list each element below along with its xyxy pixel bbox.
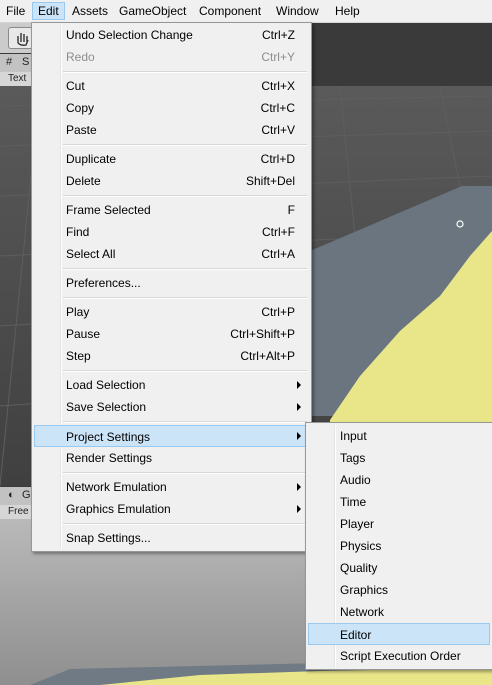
submenu-item-player[interactable]: Player (308, 513, 490, 535)
menu-item-find[interactable]: Find Ctrl+F (34, 221, 309, 243)
project-settings-submenu: Input Tags Audio Time Player Physics Qua… (305, 422, 492, 670)
menu-item-undo[interactable]: Undo Selection Change Ctrl+Z (34, 24, 309, 46)
menu-item-play[interactable]: Play Ctrl+P (34, 301, 309, 323)
submenu-item-tags[interactable]: Tags (308, 447, 490, 469)
menu-assets[interactable]: Assets (67, 3, 113, 19)
menu-help[interactable]: Help (330, 3, 365, 19)
menu-separator (63, 523, 307, 525)
menu-item-step[interactable]: Step Ctrl+Alt+P (34, 345, 309, 367)
game-tab-label: G (22, 489, 31, 501)
menu-edit[interactable]: Edit (32, 2, 65, 20)
menu-separator (63, 144, 307, 146)
menu-item-project-settings[interactable]: Project Settings (34, 425, 309, 447)
menu-item-redo[interactable]: Redo Ctrl+Y (34, 46, 309, 68)
menu-item-select-all[interactable]: Select All Ctrl+A (34, 243, 309, 265)
menu-separator (63, 472, 307, 474)
menu-separator (63, 195, 307, 197)
edit-menu: Undo Selection Change Ctrl+Z Redo Ctrl+Y… (31, 22, 312, 552)
menu-item-save-selection[interactable]: Save Selection (34, 396, 309, 418)
submenu-item-editor[interactable]: Editor (308, 623, 490, 645)
menu-file[interactable]: File (1, 3, 30, 19)
submenu-arrow-icon (297, 505, 301, 513)
scene-tab-label: S (22, 56, 30, 68)
menu-item-cut[interactable]: Cut Ctrl+X (34, 75, 309, 97)
game-icon: ◐ (8, 489, 15, 501)
submenu-item-script-execution-order[interactable]: Script Execution Order (308, 645, 490, 667)
menu-window[interactable]: Window (271, 3, 324, 19)
menu-gameobject[interactable]: GameObject (114, 3, 191, 19)
menu-item-preferences[interactable]: Preferences... (34, 272, 309, 294)
grid-icon: # (6, 56, 13, 68)
game-aspect-label: Free (8, 506, 29, 517)
menu-separator (63, 71, 307, 73)
submenu-arrow-icon (297, 432, 301, 440)
menu-separator (63, 370, 307, 372)
submenu-item-audio[interactable]: Audio (308, 469, 490, 491)
menu-bar: File Edit Assets GameObject Component Wi… (0, 0, 492, 23)
submenu-arrow-icon (297, 381, 301, 389)
menu-item-network-emulation[interactable]: Network Emulation (34, 476, 309, 498)
menu-item-snap-settings[interactable]: Snap Settings... (34, 527, 309, 549)
submenu-item-input[interactable]: Input (308, 425, 490, 447)
menu-separator (63, 297, 307, 299)
submenu-item-graphics[interactable]: Graphics (308, 579, 490, 601)
menu-separator (63, 421, 307, 423)
menu-item-duplicate[interactable]: Duplicate Ctrl+D (34, 148, 309, 170)
menu-item-graphics-emulation[interactable]: Graphics Emulation (34, 498, 309, 520)
submenu-item-time[interactable]: Time (308, 491, 490, 513)
menu-item-delete[interactable]: Delete Shift+Del (34, 170, 309, 192)
menu-item-load-selection[interactable]: Load Selection (34, 374, 309, 396)
menu-separator (63, 268, 307, 270)
menu-item-render-settings[interactable]: Render Settings (34, 447, 309, 469)
menu-component[interactable]: Component (194, 3, 266, 19)
menu-item-paste[interactable]: Paste Ctrl+V (34, 119, 309, 141)
submenu-arrow-icon (297, 403, 301, 411)
menu-item-copy[interactable]: Copy Ctrl+C (34, 97, 309, 119)
menu-item-frame-selected[interactable]: Frame Selected F (34, 199, 309, 221)
scene-shading-label: Text (8, 73, 27, 84)
menu-item-pause[interactable]: Pause Ctrl+Shift+P (34, 323, 309, 345)
submenu-item-physics[interactable]: Physics (308, 535, 490, 557)
submenu-arrow-icon (297, 483, 301, 491)
submenu-item-network[interactable]: Network (308, 601, 490, 623)
submenu-item-quality[interactable]: Quality (308, 557, 490, 579)
